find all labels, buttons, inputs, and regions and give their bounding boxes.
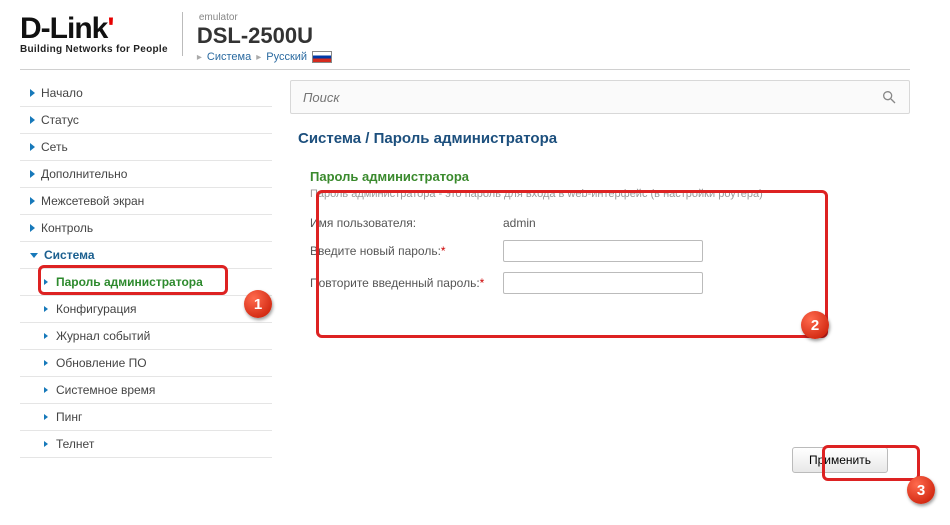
- sidebar-item-advanced[interactable]: Дополнительно: [20, 161, 272, 188]
- sidebar-item-status[interactable]: Статус: [20, 107, 272, 134]
- form-row-username: Имя пользователя: admin: [310, 216, 890, 230]
- sidebar-item-admin-password[interactable]: Пароль администратора: [20, 269, 272, 296]
- panel-heading: Пароль администратора: [310, 169, 890, 184]
- search-icon[interactable]: [881, 89, 897, 105]
- chevron-right-icon: [44, 441, 48, 447]
- chevron-right-icon: [30, 143, 35, 151]
- new-password-input[interactable]: [503, 240, 703, 262]
- breadcrumb-item[interactable]: Система: [207, 51, 251, 63]
- model-block: emulator DSL-2500U ▸ Система ▸ Русский: [197, 12, 332, 63]
- main-panel: Система / Пароль администратора Пароль а…: [290, 80, 910, 485]
- page-title: Система / Пароль администратора: [298, 130, 902, 147]
- apply-button[interactable]: Применить: [792, 447, 888, 473]
- confirm-password-input[interactable]: [503, 272, 703, 294]
- flag-ru-icon[interactable]: [312, 51, 332, 63]
- sidebar-item-firewall[interactable]: Межсетевой экран: [20, 188, 272, 215]
- sidebar: Начало Статус Сеть Дополнительно Межсете…: [20, 80, 272, 485]
- chevron-right-icon: ▸: [256, 52, 261, 63]
- username-label: Имя пользователя:: [310, 216, 485, 230]
- panel-description: Пароль администратора - это пароль для в…: [310, 188, 890, 200]
- sidebar-item-system[interactable]: Система: [20, 242, 272, 269]
- brand-tagline: Building Networks for People: [20, 44, 168, 55]
- form-row-confirmpw: Повторите введенный пароль:*: [310, 272, 890, 294]
- chevron-down-icon: [30, 253, 38, 258]
- chevron-right-icon: [30, 116, 35, 124]
- search-bar: [290, 80, 910, 114]
- search-input[interactable]: [303, 90, 838, 105]
- chevron-right-icon: [44, 360, 48, 366]
- sidebar-item-control[interactable]: Контроль: [20, 215, 272, 242]
- logo-block: D-Link' Building Networks for People: [20, 12, 168, 55]
- chevron-right-icon: [30, 89, 35, 97]
- breadcrumb-item[interactable]: Русский: [266, 51, 307, 63]
- chevron-right-icon: ▸: [197, 52, 202, 63]
- breadcrumb: ▸ Система ▸ Русский: [197, 51, 332, 63]
- content-panel: Пароль администратора Пароль администрат…: [298, 163, 902, 322]
- sidebar-item-firmware[interactable]: Обновление ПО: [20, 350, 272, 377]
- chevron-right-icon: [30, 224, 35, 232]
- brand-logo: D-Link': [20, 12, 168, 46]
- sidebar-item-telnet[interactable]: Телнет: [20, 431, 272, 458]
- chevron-right-icon: [44, 333, 48, 339]
- chevron-right-icon: [44, 414, 48, 420]
- newpw-label: Введите новый пароль:*: [310, 244, 485, 258]
- header: D-Link' Building Networks for People emu…: [20, 12, 910, 70]
- chevron-right-icon: [30, 197, 35, 205]
- chevron-right-icon: [30, 170, 35, 178]
- username-value: admin: [503, 216, 703, 230]
- sidebar-item-config[interactable]: Конфигурация: [20, 296, 272, 323]
- chevron-right-icon: [44, 387, 48, 393]
- sidebar-item-ping[interactable]: Пинг: [20, 404, 272, 431]
- confirmpw-label: Повторите введенный пароль:*: [310, 276, 485, 290]
- sidebar-item-home[interactable]: Начало: [20, 80, 272, 107]
- header-divider: [182, 12, 183, 56]
- chevron-right-icon: [44, 306, 48, 312]
- sidebar-item-log[interactable]: Журнал событий: [20, 323, 272, 350]
- model-name: DSL-2500U: [197, 23, 332, 49]
- form-row-newpw: Введите новый пароль:*: [310, 240, 890, 262]
- emulator-label: emulator: [199, 12, 332, 23]
- sidebar-item-time[interactable]: Системное время: [20, 377, 272, 404]
- sidebar-item-network[interactable]: Сеть: [20, 134, 272, 161]
- chevron-right-icon: [44, 279, 48, 285]
